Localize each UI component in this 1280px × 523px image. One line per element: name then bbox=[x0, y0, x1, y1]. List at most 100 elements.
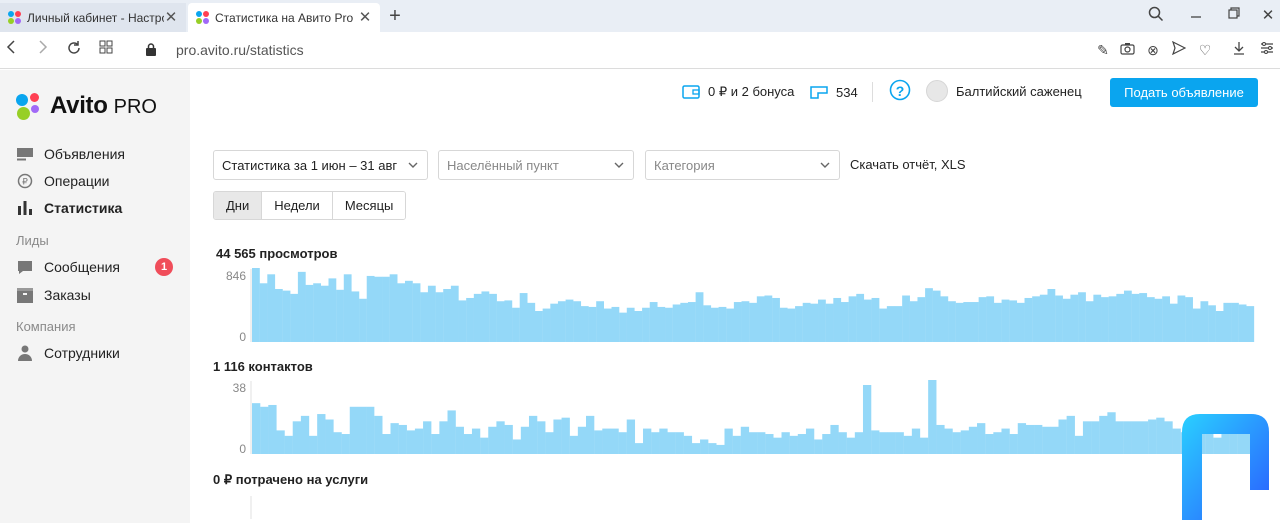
minimize-icon[interactable] bbox=[1186, 6, 1206, 26]
chart-bar[interactable] bbox=[447, 410, 456, 454]
chart-bar[interactable] bbox=[471, 428, 481, 454]
chart-bar[interactable] bbox=[351, 291, 360, 342]
chart-bar[interactable] bbox=[634, 443, 644, 454]
sidebar-item-statistics[interactable]: Статистика bbox=[16, 198, 122, 218]
chart-bar[interactable] bbox=[1078, 292, 1086, 342]
chart-bar[interactable] bbox=[1093, 294, 1102, 342]
chart-bar[interactable] bbox=[1099, 415, 1108, 454]
chart-bar[interactable] bbox=[1215, 311, 1224, 342]
chart-bar[interactable] bbox=[557, 301, 566, 342]
chart-bar[interactable] bbox=[894, 306, 903, 342]
chart-bar[interactable] bbox=[305, 284, 314, 342]
chart-bar[interactable] bbox=[626, 307, 635, 342]
chart-bar[interactable] bbox=[787, 308, 796, 342]
chart-bar[interactable] bbox=[925, 288, 933, 342]
chart-bar[interactable] bbox=[757, 432, 766, 454]
chart-bar[interactable] bbox=[573, 301, 582, 342]
chart-bar[interactable] bbox=[963, 302, 972, 342]
chart-bar[interactable] bbox=[313, 283, 321, 342]
chart-bar[interactable] bbox=[862, 385, 872, 454]
chart-bar[interactable] bbox=[1238, 304, 1247, 342]
chart-bar[interactable] bbox=[848, 296, 857, 342]
chart-bar[interactable] bbox=[651, 432, 660, 454]
sidebar-item-listings[interactable]: Объявления bbox=[16, 144, 125, 164]
chart-bar[interactable] bbox=[553, 419, 562, 455]
browser-tab-1[interactable]: Личный кабинет - Настро ✕ bbox=[0, 3, 186, 32]
chart-bar[interactable] bbox=[833, 297, 842, 342]
granularity-weeks[interactable]: Недели bbox=[262, 192, 333, 219]
chart-bar[interactable] bbox=[1009, 300, 1018, 342]
chart-bar[interactable] bbox=[520, 426, 530, 454]
chart-bar[interactable] bbox=[374, 415, 383, 454]
chart-bar[interactable] bbox=[466, 297, 474, 342]
chart-bar[interactable] bbox=[297, 271, 306, 342]
chart-bar[interactable] bbox=[1156, 417, 1165, 454]
chart-bar[interactable] bbox=[970, 302, 979, 342]
wallet-balance[interactable]: 0 ₽ и 2 бонуса bbox=[682, 82, 794, 102]
chart-bar[interactable] bbox=[879, 308, 888, 342]
chart-bar[interactable] bbox=[389, 274, 398, 342]
chart-bar[interactable] bbox=[886, 306, 895, 342]
edit-icon[interactable]: ✎ bbox=[1094, 41, 1112, 59]
category-select[interactable]: Категория bbox=[645, 150, 840, 180]
chart-bar[interactable] bbox=[603, 308, 612, 342]
chart-bar[interactable] bbox=[317, 414, 326, 454]
chart-bar[interactable] bbox=[718, 306, 727, 342]
chart-bar[interactable] bbox=[596, 301, 604, 342]
chart-bar[interactable] bbox=[542, 308, 551, 342]
post-ad-button[interactable]: Подать объявление bbox=[1110, 78, 1258, 107]
chart-bar[interactable] bbox=[406, 430, 416, 454]
chart-bar[interactable] bbox=[856, 293, 865, 342]
chart-bar[interactable] bbox=[772, 297, 780, 342]
chart-bar[interactable] bbox=[700, 439, 709, 454]
chart-bar[interactable] bbox=[252, 268, 260, 342]
chart-bar[interactable] bbox=[1146, 297, 1155, 342]
chart-bar[interactable] bbox=[764, 295, 773, 342]
chart-bar[interactable] bbox=[1042, 426, 1051, 454]
chart-bar[interactable] bbox=[960, 430, 970, 454]
chart-bar[interactable] bbox=[920, 437, 929, 454]
chart-bar[interactable] bbox=[765, 434, 774, 454]
ads-counter[interactable]: 534 bbox=[810, 82, 858, 102]
chart-bar[interactable] bbox=[1039, 294, 1048, 342]
chart-bar[interactable] bbox=[985, 434, 994, 454]
chart-bar[interactable] bbox=[290, 293, 299, 342]
chart-bar[interactable] bbox=[1066, 415, 1075, 454]
chart-bar[interactable] bbox=[320, 285, 329, 342]
chart-bar[interactable] bbox=[537, 421, 546, 454]
chart-bar[interactable] bbox=[284, 435, 293, 454]
chart-bar[interactable] bbox=[374, 276, 383, 342]
chart-bar[interactable] bbox=[1085, 301, 1094, 342]
chart-bar[interactable] bbox=[1123, 421, 1132, 454]
chart-bar[interactable] bbox=[1050, 426, 1059, 454]
chart-bar[interactable] bbox=[519, 293, 528, 342]
chart-bar[interactable] bbox=[382, 276, 390, 342]
url-field[interactable]: pro.avito.ru/statistics bbox=[176, 42, 304, 58]
chart-bar[interactable] bbox=[357, 406, 367, 454]
chart-bar[interactable] bbox=[1164, 421, 1173, 454]
chart-bar[interactable] bbox=[716, 444, 725, 454]
chart-bar[interactable] bbox=[748, 432, 758, 454]
chart-bar[interactable] bbox=[667, 432, 676, 454]
chart-bar[interactable] bbox=[724, 428, 733, 454]
chart-bar[interactable] bbox=[1139, 293, 1148, 342]
chart-bar[interactable] bbox=[642, 307, 650, 342]
chart-bar[interactable] bbox=[810, 303, 819, 342]
chart-bar[interactable] bbox=[458, 300, 467, 342]
chart-bar[interactable] bbox=[496, 301, 505, 342]
chart-bar[interactable] bbox=[1001, 299, 1010, 342]
chart-bar[interactable] bbox=[948, 301, 956, 342]
chart-bar[interactable] bbox=[708, 443, 717, 454]
chart-bar[interactable] bbox=[909, 301, 918, 342]
back-icon[interactable] bbox=[2, 40, 22, 60]
chart-bar[interactable] bbox=[993, 432, 1002, 454]
chart-bar[interactable] bbox=[903, 435, 913, 454]
chart-bar[interactable] bbox=[940, 296, 949, 342]
chart-bar[interactable] bbox=[822, 434, 831, 454]
chart-bar[interactable] bbox=[325, 419, 334, 455]
chart-bar[interactable] bbox=[977, 423, 986, 454]
send-icon[interactable] bbox=[1170, 40, 1188, 59]
chart-bar[interactable] bbox=[366, 406, 375, 454]
chart-bar[interactable] bbox=[695, 292, 704, 342]
chart-bar[interactable] bbox=[683, 435, 693, 454]
